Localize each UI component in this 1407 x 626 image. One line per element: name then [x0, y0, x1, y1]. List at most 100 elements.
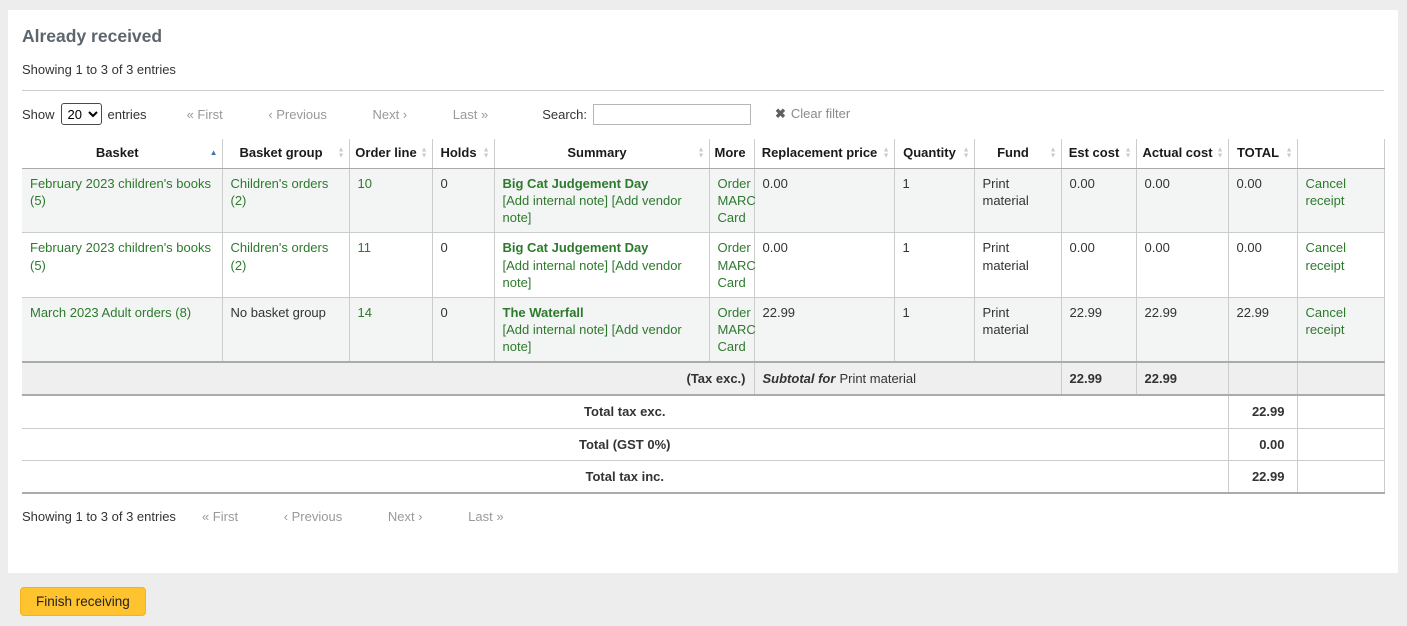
pagination-first[interactable]: « First [187, 107, 223, 122]
add-internal-note-link[interactable]: [Add internal note] [503, 193, 609, 208]
pagination-first[interactable]: « First [202, 509, 238, 524]
col-header-basket-group[interactable]: Basket group▲▼ [222, 139, 349, 168]
clear-filter-label: Clear filter [791, 106, 850, 121]
total-row: Total tax inc. 22.99 [22, 460, 1384, 493]
already-received-table: Basket▲ Basket group▲▼ Order line▲▼ Hold… [22, 139, 1385, 494]
quantity: 1 [903, 305, 910, 320]
table-row: March 2023 Adult orders (8) No basket gr… [22, 297, 1384, 362]
cancel-receipt-link[interactable]: Cancel receipt [1306, 176, 1346, 208]
total-row: Total tax exc. 22.99 [22, 395, 1384, 428]
entries-per-page-select[interactable]: 20 [61, 103, 102, 125]
total-row: Total (GST 0%) 0.00 [22, 428, 1384, 460]
sort-both-icon: ▲▼ [338, 148, 345, 159]
clear-filter-x-icon: ✖ [775, 106, 786, 121]
order-link[interactable]: Order [718, 305, 751, 320]
basket-link[interactable]: February 2023 children's books (5) [30, 240, 211, 272]
already-received-panel: Already received Showing 1 to 3 of 3 ent… [8, 10, 1398, 573]
summary-title-link[interactable]: Big Cat Judgement Day [503, 240, 649, 255]
quantity: 1 [903, 240, 910, 255]
col-header-basket[interactable]: Basket▲ [22, 139, 222, 168]
sort-both-icon: ▲▼ [1286, 148, 1293, 159]
total-row-label: Total tax exc. [22, 395, 1228, 428]
card-link[interactable]: Card [718, 210, 746, 225]
finish-receiving-button[interactable]: Finish receiving [20, 587, 146, 616]
pagination-top: « First ‹ Previous Next › Last » [187, 107, 531, 122]
table-row: February 2023 children's books (5) Child… [22, 233, 1384, 297]
table-row: February 2023 children's books (5) Child… [22, 168, 1384, 232]
header-row: Basket▲ Basket group▲▼ Order line▲▼ Hold… [22, 139, 1384, 168]
total-empty-cell [1297, 395, 1384, 428]
basket-link[interactable]: March 2023 Adult orders (8) [30, 305, 191, 320]
order-line-link[interactable]: 10 [358, 176, 372, 191]
col-header-more: More [709, 139, 754, 168]
col-header-fund[interactable]: Fund▲▼ [974, 139, 1061, 168]
showing-entries-top: Showing 1 to 3 of 3 entries [22, 62, 1384, 77]
col-header-est-cost[interactable]: Est cost▲▼ [1061, 139, 1136, 168]
tax-exc-label: (Tax exc.) [22, 362, 754, 395]
add-internal-note-link[interactable]: [Add internal note] [503, 322, 609, 337]
col-header-total[interactable]: TOTAL▲▼ [1228, 139, 1297, 168]
col-header-quantity[interactable]: Quantity▲▼ [894, 139, 974, 168]
basket-group-link[interactable]: Children's orders (2) [231, 176, 329, 208]
est-cost: 0.00 [1070, 176, 1095, 191]
cancel-receipt-link[interactable]: Cancel receipt [1306, 305, 1346, 337]
add-internal-note-link[interactable]: [Add internal note] [503, 258, 609, 273]
card-link[interactable]: Card [718, 339, 746, 354]
total-empty-cell [1297, 428, 1384, 460]
subtotal-fund: Print material [839, 371, 916, 386]
subtotal-empty-cell [1228, 362, 1297, 395]
total-row-value: 22.99 [1228, 395, 1297, 428]
replacement-price: 0.00 [763, 176, 788, 191]
total-row-label: Total (GST 0%) [22, 428, 1228, 460]
sort-both-icon: ▲▼ [1050, 148, 1057, 159]
marc-link[interactable]: MARC [718, 322, 756, 337]
sort-both-icon: ▲▼ [883, 148, 890, 159]
clear-filter-button[interactable]: ✖ Clear filter [775, 106, 850, 122]
subtotal-row: (Tax exc.) Subtotal forPrint material 22… [22, 362, 1384, 395]
pagination-last[interactable]: Last » [453, 107, 488, 122]
pagination-last[interactable]: Last » [468, 509, 503, 524]
subtotal-label: Subtotal forPrint material [754, 362, 1061, 395]
basket-group-link[interactable]: Children's orders (2) [231, 240, 329, 272]
basket-link[interactable]: February 2023 children's books (5) [30, 176, 211, 208]
order-link[interactable]: Order [718, 240, 751, 255]
page-actions: Finish receiving [0, 573, 1407, 616]
subtotal-est-cost: 22.99 [1061, 362, 1136, 395]
actual-cost: 0.00 [1145, 240, 1170, 255]
order-link[interactable]: Order [718, 176, 751, 191]
order-line-link[interactable]: 11 [358, 240, 372, 255]
col-header-actions [1297, 139, 1384, 168]
cancel-receipt-link[interactable]: Cancel receipt [1306, 240, 1346, 272]
order-line-link[interactable]: 14 [358, 305, 372, 320]
marc-link[interactable]: MARC [718, 258, 756, 273]
holds-count: 0 [441, 176, 448, 191]
fund: Print material [983, 176, 1029, 208]
col-header-order-line[interactable]: Order line▲▼ [349, 139, 432, 168]
replacement-price: 0.00 [763, 240, 788, 255]
col-header-replacement-price[interactable]: Replacement price▲▼ [754, 139, 894, 168]
col-header-summary[interactable]: Summary▲▼ [494, 139, 709, 168]
summary-title-link[interactable]: The Waterfall [503, 305, 584, 320]
subtotal-empty-cell [1297, 362, 1384, 395]
col-header-holds[interactable]: Holds▲▼ [432, 139, 494, 168]
est-cost: 22.99 [1070, 305, 1103, 320]
card-link[interactable]: Card [718, 275, 746, 290]
total-row-value: 22.99 [1228, 460, 1297, 493]
pagination-previous[interactable]: ‹ Previous [268, 107, 327, 122]
pagination-previous[interactable]: ‹ Previous [284, 509, 343, 524]
pagination-bottom: « First ‹ Previous Next › Last » [202, 509, 546, 524]
show-label: Show [22, 107, 55, 122]
fund: Print material [983, 240, 1029, 272]
pagination-next[interactable]: Next › [388, 509, 423, 524]
sort-both-icon: ▲▼ [963, 148, 970, 159]
col-header-actual-cost[interactable]: Actual cost▲▼ [1136, 139, 1228, 168]
pagination-next[interactable]: Next › [372, 107, 407, 122]
basket-group-text: No basket group [231, 305, 326, 320]
actual-cost: 0.00 [1145, 176, 1170, 191]
marc-link[interactable]: MARC [718, 193, 756, 208]
total: 0.00 [1237, 240, 1262, 255]
sort-both-icon: ▲▼ [483, 148, 490, 159]
search-input[interactable] [593, 104, 751, 125]
sort-both-icon: ▲▼ [698, 148, 705, 159]
summary-title-link[interactable]: Big Cat Judgement Day [503, 176, 649, 191]
